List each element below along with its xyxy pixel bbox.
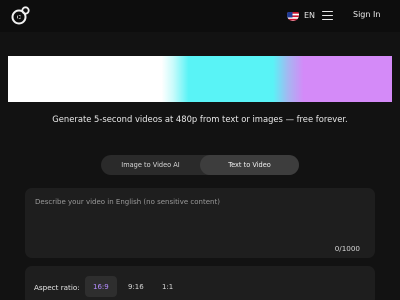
top-header: EN Sign In (0, 0, 400, 32)
character-counter: 0/1000 (334, 244, 360, 253)
ratio-option-1-1[interactable]: 1:1 (154, 276, 181, 297)
language-label: EN (304, 10, 316, 20)
tab-text-to-video[interactable]: Text to Video (200, 155, 299, 175)
aspect-ratio-label: Aspect ratio: (34, 283, 80, 292)
sign-in-button[interactable]: Sign In (353, 10, 380, 19)
us-flag-icon (287, 9, 299, 21)
hero-tagline: Generate 5-second videos at 480p from te… (52, 114, 348, 124)
mode-tabs: Image to Video AI Text to Video (101, 155, 299, 175)
prompt-card: 0/1000 (25, 188, 375, 258)
prompt-input[interactable] (35, 198, 365, 228)
aspect-ratio-card: Aspect ratio: 16:9 9:16 1:1 (25, 266, 375, 300)
language-selector[interactable]: EN (287, 9, 315, 21)
hamburger-menu-icon[interactable] (322, 11, 333, 20)
hero-banner (8, 56, 392, 102)
tab-image-to-video[interactable]: Image to Video AI (101, 155, 200, 175)
film-reel-logo-icon[interactable] (11, 6, 31, 26)
ratio-option-9-16[interactable]: 9:16 (120, 276, 152, 297)
ratio-option-16-9[interactable]: 16:9 (85, 276, 117, 297)
page: EN Sign In Generate 5-second videos at 4… (0, 0, 400, 300)
